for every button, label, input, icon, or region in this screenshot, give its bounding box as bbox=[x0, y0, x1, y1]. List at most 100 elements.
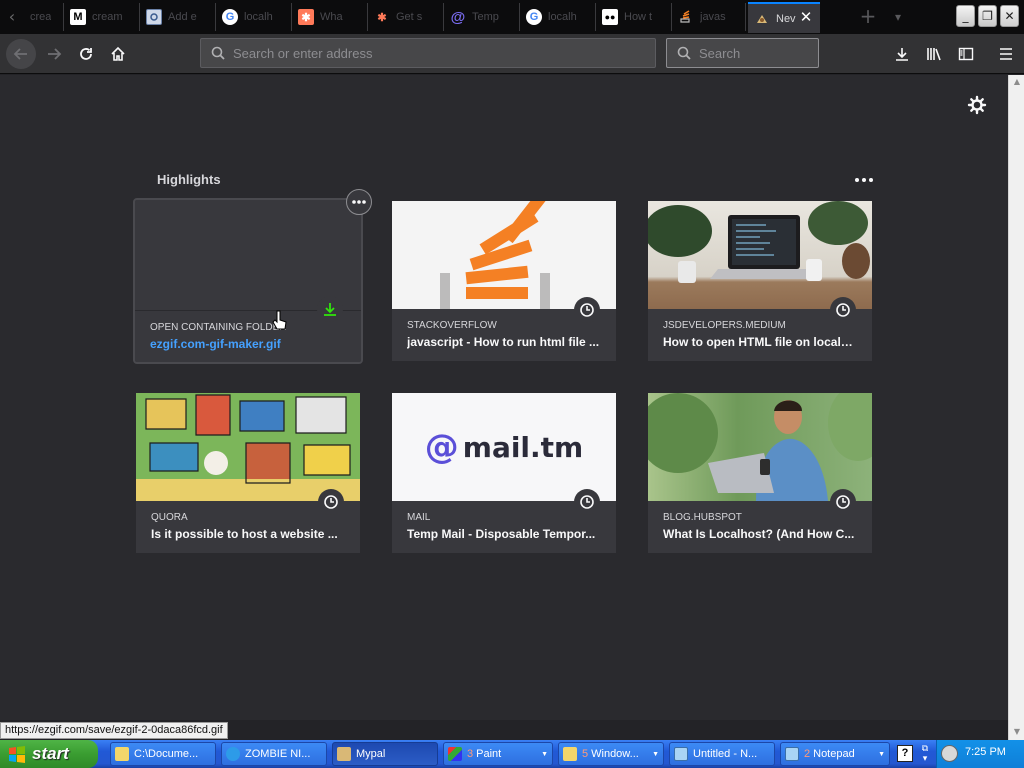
restore-window-button[interactable]: ❐ bbox=[978, 5, 997, 27]
highlight-card[interactable]: QUORA Is it possible to host a website .… bbox=[136, 393, 360, 553]
chevron-down-icon: ▼ bbox=[652, 751, 659, 758]
tab[interactable]: M cream bbox=[64, 3, 140, 31]
scroll-up-arrow-icon[interactable]: ▲ bbox=[1009, 75, 1024, 89]
tab[interactable]: @ Temp bbox=[444, 3, 520, 31]
highlight-card[interactable]: OPEN CONTAINING FOLDER ezgif.com-gif-mak… bbox=[133, 198, 363, 364]
tab[interactable]: ✱ Wha bbox=[292, 3, 368, 31]
hamburger-menu-icon bbox=[1000, 48, 1012, 60]
home-button[interactable] bbox=[104, 40, 132, 68]
forward-arrow-icon bbox=[48, 48, 62, 60]
folder-icon bbox=[115, 747, 129, 761]
address-bar[interactable]: Search or enter address bbox=[200, 38, 656, 68]
chevron-down-icon: ▼ bbox=[878, 751, 885, 758]
back-button[interactable] bbox=[6, 39, 36, 69]
taskbar-item-label: Notepad bbox=[813, 748, 855, 760]
card-title[interactable]: ezgif.com-gif-maker.gif bbox=[150, 337, 350, 351]
reload-button[interactable] bbox=[72, 40, 100, 68]
help-icon[interactable]: ? bbox=[897, 745, 913, 762]
taskbar-item[interactable]: Untitled - N... bbox=[669, 742, 775, 766]
mypal-browser-icon bbox=[337, 747, 351, 761]
tab-title: Wha bbox=[320, 11, 343, 23]
google-g-icon: G bbox=[526, 9, 542, 25]
reload-icon bbox=[80, 48, 92, 60]
hubspot-icon: ✱ bbox=[377, 11, 387, 24]
card-source: MAIL bbox=[407, 512, 431, 523]
card-source: BLOG.HUBSPOT bbox=[663, 512, 742, 523]
search-placeholder: Search bbox=[699, 45, 741, 61]
card-context-menu-button[interactable] bbox=[346, 189, 372, 215]
group-count: 5 bbox=[582, 748, 589, 760]
gear-page-icon bbox=[146, 9, 162, 25]
highlight-card[interactable]: BLOG.HUBSPOT What Is Localhost? (And How… bbox=[648, 393, 872, 553]
internet-explorer-icon bbox=[226, 747, 240, 761]
tab-title: javas bbox=[700, 11, 726, 23]
medium-dots-icon: ●● bbox=[602, 9, 618, 25]
tab-title: Nev bbox=[776, 12, 796, 25]
tab-title: Get s bbox=[396, 11, 423, 23]
gear-icon[interactable] bbox=[966, 94, 988, 116]
scroll-down-arrow-icon[interactable]: ▼ bbox=[1009, 725, 1024, 739]
search-bar[interactable]: Search bbox=[666, 38, 819, 68]
highlight-card[interactable]: JSDEVELOPERS.MEDIUM How to open HTML fil… bbox=[648, 201, 872, 361]
language-bar-chevron-icon[interactable]: ⧉ ▾ bbox=[918, 744, 932, 764]
clock-icon bbox=[830, 297, 856, 323]
taskbar-item[interactable]: ZOMBIE NI... bbox=[221, 742, 327, 766]
clock-icon bbox=[574, 489, 600, 515]
home-icon bbox=[111, 46, 125, 61]
tab-active[interactable]: Nev ✕ bbox=[748, 2, 820, 33]
tab[interactable]: G localh bbox=[520, 3, 596, 31]
group-count: 3 bbox=[467, 748, 474, 760]
highlight-card[interactable]: @ mail.tm MAIL Temp Mail - Disposable Te… bbox=[392, 393, 616, 553]
back-arrow-icon bbox=[13, 48, 27, 60]
highlights-heading: Highlights bbox=[157, 172, 221, 187]
download-icon bbox=[896, 48, 908, 61]
tab[interactable]: crea bbox=[22, 3, 64, 31]
tab[interactable]: Add e bbox=[140, 3, 216, 31]
card-title: Is it possible to host a website ... bbox=[151, 527, 338, 541]
menu-button[interactable] bbox=[992, 40, 1020, 68]
taskbar-item[interactable]: C:\Docume... bbox=[110, 742, 216, 766]
card-source: JSDEVELOPERS.MEDIUM bbox=[663, 320, 786, 331]
illustration-thumbnail bbox=[136, 393, 360, 501]
stackoverflow-icon bbox=[678, 9, 694, 25]
tab[interactable]: ✱ Get s bbox=[368, 3, 444, 31]
vertical-scrollbar[interactable]: ▲ ▼ bbox=[1008, 75, 1024, 740]
mouse-pointer-icon bbox=[272, 310, 287, 330]
minimize-window-button[interactable]: _ bbox=[956, 5, 975, 27]
tab-scroll-left-button[interactable]: ‹ bbox=[2, 6, 22, 28]
taskbar-group-item[interactable]: 5 Window... ▼ bbox=[558, 742, 664, 766]
close-tab-icon[interactable]: ✕ bbox=[798, 9, 814, 25]
volume-icon[interactable] bbox=[941, 745, 958, 762]
taskbar-group-item[interactable]: 2 Notepad ▼ bbox=[780, 742, 890, 766]
more-options-icon bbox=[352, 200, 366, 204]
windows-logo-icon bbox=[9, 746, 25, 763]
card-source: QUORA bbox=[151, 512, 188, 523]
tab[interactable]: javas bbox=[672, 3, 746, 31]
sidebar-button[interactable] bbox=[952, 40, 980, 68]
tab-title: How t bbox=[624, 11, 653, 23]
tab-title: crea bbox=[30, 11, 52, 23]
highlight-card[interactable]: STACKOVERFLOW javascript - How to run ht… bbox=[392, 201, 616, 361]
more-options-icon[interactable] bbox=[853, 176, 875, 184]
laptop-desk-thumbnail bbox=[648, 201, 872, 309]
tab[interactable]: ●● How t bbox=[596, 3, 672, 31]
card-source: OPEN CONTAINING FOLDER bbox=[150, 322, 287, 333]
downloads-button[interactable] bbox=[888, 40, 916, 68]
at-sign-icon: @ bbox=[424, 427, 459, 467]
forward-button[interactable] bbox=[40, 40, 68, 68]
start-button[interactable]: start bbox=[0, 740, 98, 768]
library-icon bbox=[927, 48, 941, 61]
link-status-bar: https://ezgif.com/save/ezgif-2-0daca86fc… bbox=[0, 722, 228, 739]
clock[interactable]: 7:25 PM bbox=[965, 746, 1006, 758]
tab[interactable]: G localh bbox=[216, 3, 292, 31]
library-button[interactable] bbox=[920, 40, 948, 68]
close-window-button[interactable]: ✕ bbox=[1000, 5, 1019, 27]
clock-icon bbox=[574, 297, 600, 323]
taskbar-group-item[interactable]: 3 Paint ▼ bbox=[443, 742, 553, 766]
taskbar-item-active[interactable]: Mypal bbox=[332, 742, 438, 766]
tab-list-chevron-icon[interactable]: ▾ bbox=[888, 6, 908, 28]
new-tab-button[interactable]: + bbox=[858, 6, 878, 28]
card-source: STACKOVERFLOW bbox=[407, 320, 497, 331]
firefox-newtab-icon bbox=[754, 11, 770, 27]
taskbar-item-label: Untitled - N... bbox=[693, 748, 758, 760]
